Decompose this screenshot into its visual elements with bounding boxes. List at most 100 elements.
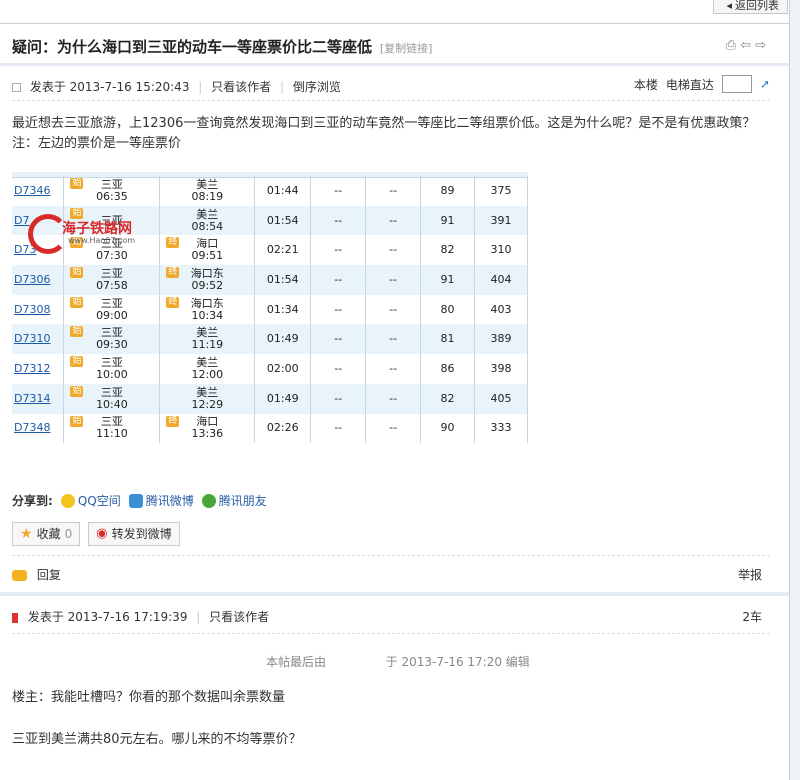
forward-weibo-button[interactable]: ◉ 转发到微博 — [88, 522, 180, 546]
from-station-cell: 始三亚 06:35 — [63, 176, 161, 206]
seat-col-6-cell: 80 — [420, 294, 475, 325]
share-label: 分享到: — [12, 494, 53, 508]
share-qzone[interactable]: QQ空间 — [60, 492, 121, 509]
seat-col-4-cell: -- — [310, 265, 367, 295]
favorite-count: 0 — [64, 527, 73, 541]
favorite-button[interactable]: ★ 收藏 0 — [12, 522, 81, 546]
star-icon: ★ — [20, 526, 33, 542]
train-number-link[interactable]: D7348 — [12, 413, 65, 444]
prev-thread-icon[interactable]: ⇦ — [740, 38, 755, 53]
start-station-badge: 始 — [70, 415, 84, 427]
train-number-link[interactable]: D7312 — [12, 354, 65, 384]
seat-col-7-cell: 398 — [474, 354, 529, 384]
post1-posted-time: 发表于 2013-7-16 15:20:43 — [29, 80, 190, 94]
terminal-station-badge: 终 — [166, 415, 180, 427]
train-number-link[interactable]: D7310 — [12, 324, 65, 355]
start-station-badge: 始 — [70, 326, 84, 338]
post2-floor-number[interactable]: 2车 — [742, 608, 762, 625]
post2-only-author-link[interactable]: 只看该作者 — [209, 610, 269, 624]
seat-col-6-cell: 91 — [420, 205, 475, 236]
duration-cell: 01:49 — [254, 324, 312, 355]
seat-col-7-cell: 391 — [474, 205, 529, 236]
start-station-badge: 始 — [70, 296, 84, 308]
to-station-name: 美兰 — [196, 207, 219, 221]
seat-col-5-cell: -- — [365, 235, 422, 266]
share-tencent-friends[interactable]: 腾讯朋友 — [201, 492, 267, 509]
duration-cell: 01:34 — [254, 294, 312, 325]
meta2-divider — [12, 633, 770, 634]
thread-title: 疑问：为什么海口到三亚的动车一等座票价比二等座低 — [12, 38, 373, 56]
watermark-text: 海子铁路网 — [62, 221, 132, 237]
arrival-time: 13:36 — [191, 427, 224, 441]
seat-col-7-cell: 375 — [474, 176, 529, 206]
jump-go-icon[interactable]: ➚ — [760, 77, 770, 91]
to-station-cell: 美兰 12:00 — [159, 354, 256, 384]
divider: | — [280, 80, 285, 94]
thread-title-row: 疑问：为什么海口到三亚的动车一等座票价比二等座低 [复制链接] ⎙⇦⇨ — [12, 36, 770, 58]
arrival-time: 10:34 — [191, 308, 224, 322]
post2-line2: 三亚到美兰满共80元左右。哪儿来的不均等票价？ — [12, 732, 302, 747]
reply-link[interactable]: 回复 — [37, 568, 61, 582]
terminal-station-badge: 终 — [166, 296, 180, 308]
to-station-cell: 终海口东 09:52 — [159, 265, 256, 295]
post1-only-author-link[interactable]: 只看该作者 — [211, 80, 271, 94]
seat-col-5-cell: -- — [365, 176, 422, 206]
share-bar: 分享到: QQ空间 腾讯微博 腾讯朋友 — [12, 492, 267, 509]
from-station-cell: 始三亚 09:00 — [63, 294, 161, 325]
divider: | — [198, 80, 203, 94]
duration-cell: 02:21 — [254, 235, 312, 266]
print-icon[interactable]: ⎙ — [726, 38, 740, 53]
seat-col-6-cell: 89 — [420, 176, 475, 206]
duration-cell: 02:00 — [254, 354, 312, 384]
report-link[interactable]: 举报 — [738, 566, 762, 583]
seat-col-5-cell: -- — [365, 205, 422, 236]
elevator-label: 电梯直达 — [665, 77, 714, 92]
to-station-cell: 终海口 09:51 — [159, 235, 256, 266]
start-station-badge: 始 — [70, 385, 84, 397]
reverse-order-link[interactable]: 倒序浏览 — [293, 80, 341, 94]
start-station-badge: 始 — [70, 356, 84, 368]
train-number-link[interactable]: D7306 — [12, 265, 65, 295]
copy-link[interactable]: [复制链接] — [380, 42, 433, 55]
seat-col-7-cell: 310 — [474, 235, 529, 266]
watermark-url: www.Hao07.com — [68, 236, 136, 245]
seat-col-5-cell: -- — [365, 383, 422, 414]
offline-status-icon — [12, 612, 18, 623]
from-station-cell: 始三亚 09:30 — [63, 324, 161, 355]
train-number-link[interactable]: D7314 — [12, 383, 65, 414]
arrival-time: 12:00 — [191, 367, 224, 381]
seat-col-4-cell: -- — [310, 176, 367, 206]
post2-content: 楼主：我能吐槽吗？你看的那个数据叫余票数量 三亚到美兰满共80元左右。哪儿来的不… — [12, 688, 772, 772]
start-station-badge: 始 — [70, 267, 84, 279]
next-thread-icon[interactable]: ⇨ — [755, 38, 770, 53]
terminal-station-badge: 终 — [166, 267, 180, 279]
share-qzone-label: QQ空间 — [77, 494, 121, 508]
duration-cell: 01:44 — [254, 176, 312, 206]
qzone-icon — [60, 493, 75, 508]
back-to-list-button[interactable]: 返回列表 — [713, 0, 788, 14]
train-row: D7306 始三亚 07:58 终海口东 09:52 01:54 -- -- 91 404 — [12, 265, 529, 295]
departure-time: 11:10 — [96, 427, 128, 441]
train-row: D7308 始三亚 09:00 终海口东 10:34 01:34 -- -- 80 403 — [12, 294, 529, 325]
title-tools: ⎙⇦⇨ — [726, 38, 770, 53]
edit-note-prefix: 本帖最后由 — [266, 655, 327, 669]
reply-icon — [12, 570, 27, 581]
departure-time: 10:00 — [96, 367, 128, 381]
arrival-time: 08:19 — [191, 189, 224, 203]
to-station-cell: 终海口 13:36 — [159, 413, 256, 444]
share-tencent-weibo[interactable]: 腾讯微博 — [128, 492, 194, 509]
train-number-link[interactable]: D7346 — [12, 176, 65, 206]
seat-col-4-cell: -- — [310, 413, 367, 444]
edit-note: 本帖最后由 于 2013-7-16 17:20 编辑 — [266, 653, 530, 670]
post-actions: ★ 收藏 0 ◉ 转发到微博 — [12, 522, 180, 546]
seat-col-4-cell: -- — [310, 294, 367, 325]
start-station-badge: 始 — [70, 178, 84, 189]
divider: | — [196, 610, 201, 624]
seat-col-7-cell: 403 — [474, 294, 529, 325]
seat-col-6-cell: 81 — [420, 324, 475, 355]
train-number-link[interactable]: D7308 — [12, 294, 65, 325]
arrival-time: 11:19 — [191, 338, 224, 352]
seat-col-4-cell: -- — [310, 235, 367, 266]
floor-jump-input[interactable] — [721, 75, 752, 93]
tencent-weibo-icon — [128, 493, 143, 508]
